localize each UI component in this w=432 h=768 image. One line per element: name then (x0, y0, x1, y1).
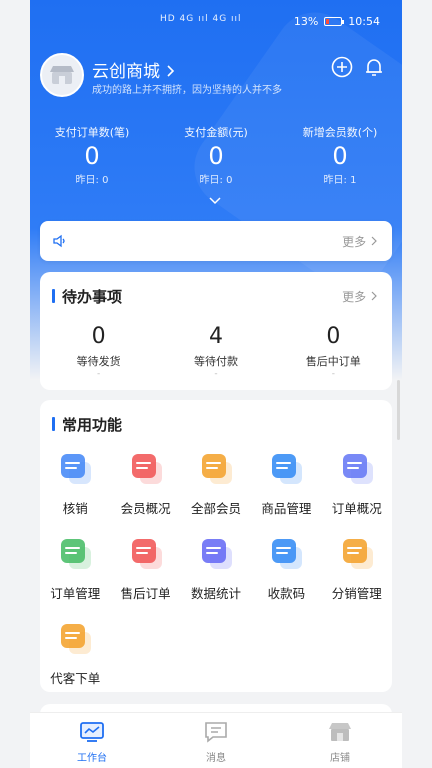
function-label: 会员概况 (120, 501, 171, 516)
todo-awaiting-shipment[interactable]: 0 等待发货 - (40, 324, 157, 379)
chevron-right-icon (371, 291, 377, 301)
store-avatar[interactable] (40, 53, 84, 97)
scrollbar[interactable] (397, 380, 400, 440)
todo-after-sale[interactable]: 0 售后中订单 - (275, 324, 392, 379)
store-slogan: 成功的路上并不拥挤，因为坚持的人并不多 (92, 85, 282, 96)
notice-bar[interactable]: 更多 (40, 221, 392, 261)
stat-yesterday: 昨日: 0 (75, 175, 109, 186)
stat-label: 新增会员数(个) (302, 126, 378, 139)
function-proxy-order[interactable]: 代客下单 (40, 618, 110, 687)
function-label: 核销 (62, 501, 88, 516)
bell-icon[interactable] (362, 55, 386, 79)
cart-icon (272, 454, 303, 484)
function-distribution[interactable]: 分销管理 (322, 533, 392, 602)
battery-icon (324, 17, 345, 26)
more-label: 更多 (342, 290, 367, 304)
message-icon (205, 722, 227, 743)
verify-icon (61, 454, 92, 484)
todo-dash: - (97, 369, 101, 379)
add-icon[interactable] (330, 55, 354, 79)
function-label: 数据统计 (190, 586, 241, 601)
stat-label: 支付金额(元) (184, 126, 248, 139)
function-verify[interactable]: 核销 (40, 448, 110, 517)
function-label: 订单管理 (50, 586, 101, 601)
store-name-link[interactable]: 云创商城 (92, 57, 175, 82)
clock: 10:54 (348, 15, 380, 28)
tab-label: 店铺 (330, 753, 350, 764)
todo-dash: - (214, 369, 218, 379)
more-label: 更多 (342, 235, 367, 249)
todo-label: 等待付款 (193, 355, 238, 368)
all-members-icon (201, 454, 232, 484)
status-bar: HD 4G ııl 4G ııl 13% 10:54 (30, 0, 402, 40)
tab-bar: 工作台 消息 店铺 (30, 712, 402, 768)
store-header: 云创商城 成功的路上并不拥挤，因为坚持的人并不多 (40, 53, 392, 97)
todo-count: 0 (91, 324, 106, 349)
member-overview-icon (131, 454, 162, 484)
functions-card: 常用功能 核销 会员概况 全部会员 商品管理 订单概况订单管理 售后订单 数据统计 收款码 分销… (40, 400, 392, 692)
proxy-order-icon (61, 624, 92, 654)
function-order-overview[interactable]: 订单概况 (322, 448, 392, 517)
speaker-icon (53, 234, 65, 248)
tab-messages[interactable]: 消息 (154, 713, 278, 768)
order-overview-icon (342, 454, 373, 484)
function-label: 收款码 (267, 586, 306, 601)
stat-yesterday: 昨日: 0 (199, 175, 233, 186)
function-label: 售后订单 (120, 586, 171, 601)
payment-code-icon (272, 539, 303, 569)
function-label: 商品管理 (261, 501, 312, 516)
stats-row: 支付订单数(笔) 0 昨日: 0 支付金额(元) 0 昨日: 0 新增会员数(个… (30, 124, 402, 186)
stat-value: 0 (208, 142, 224, 170)
store-name: 云创商城 (92, 62, 160, 82)
order-manage-icon (61, 539, 92, 569)
function-member-overview[interactable]: 会员概况 (110, 448, 180, 517)
after-sale-icon (131, 539, 162, 569)
function-after-sale[interactable]: 售后订单 (110, 533, 180, 602)
todo-awaiting-payment[interactable]: 4 等待付款 - (157, 324, 274, 379)
notice-more-link[interactable]: 更多 (342, 233, 378, 250)
stat-yesterday: 昨日: 1 (323, 175, 357, 186)
todo-count: 0 (326, 324, 341, 349)
todo-card: 待办事项 更多 0 等待发货 - 4 等待付款 - 0 售后中订单 - (40, 272, 392, 390)
function-cart[interactable]: 商品管理 (251, 448, 321, 517)
function-order-manage[interactable]: 订单管理 (40, 533, 110, 602)
function-all-members[interactable]: 全部会员 (181, 448, 251, 517)
stat-label: 支付订单数(笔) (54, 126, 130, 139)
stat-new-members[interactable]: 新增会员数(个) 0 昨日: 1 (278, 124, 402, 186)
function-label: 全部会员 (190, 501, 241, 516)
chevron-right-icon (371, 236, 377, 246)
functions-title: 常用功能 (52, 414, 122, 435)
todo-more-link[interactable]: 更多 (342, 288, 378, 305)
function-label: 代客下单 (50, 671, 101, 686)
chevron-down-icon[interactable] (208, 194, 222, 208)
tab-shop[interactable]: 店铺 (278, 713, 402, 768)
stat-value: 0 (332, 142, 348, 170)
tab-label: 工作台 (77, 753, 107, 764)
store-avatar-icon (50, 66, 74, 84)
workbench-icon (80, 722, 104, 742)
todo-label: 等待发货 (76, 355, 121, 368)
todo-row: 0 等待发货 - 4 等待付款 - 0 售后中订单 - (40, 324, 392, 379)
signal-indicator: HD 4G ııl 4G ııl (160, 14, 242, 24)
shop-icon (329, 723, 351, 741)
app-screen: HD 4G ııl 4G ııl 13% 10:54 云创商城 成功的路上并不拥… (30, 0, 402, 768)
distribution-icon (342, 539, 373, 569)
function-chart[interactable]: 数据统计 (181, 533, 251, 602)
todo-title: 待办事项 (52, 286, 122, 307)
function-label: 订单概况 (331, 501, 382, 516)
todo-label: 售后中订单 (305, 355, 361, 368)
stat-paid-orders[interactable]: 支付订单数(笔) 0 昨日: 0 (30, 124, 154, 186)
tab-label: 消息 (206, 753, 226, 764)
function-payment-code[interactable]: 收款码 (251, 533, 321, 602)
stat-paid-amount[interactable]: 支付金额(元) 0 昨日: 0 (154, 124, 278, 186)
chart-icon (201, 539, 232, 569)
tab-workbench[interactable]: 工作台 (30, 713, 154, 768)
stat-value: 0 (84, 142, 100, 170)
chevron-right-icon (167, 65, 175, 77)
functions-grid: 核销 会员概况 全部会员 商品管理 订单概况订单管理 售后订单 数据统计 收款码 分销管理代客下… (40, 448, 392, 687)
function-label: 分销管理 (331, 586, 382, 601)
todo-count: 4 (208, 324, 223, 349)
todo-dash: - (331, 369, 335, 379)
battery-percent: 13% (293, 15, 319, 28)
